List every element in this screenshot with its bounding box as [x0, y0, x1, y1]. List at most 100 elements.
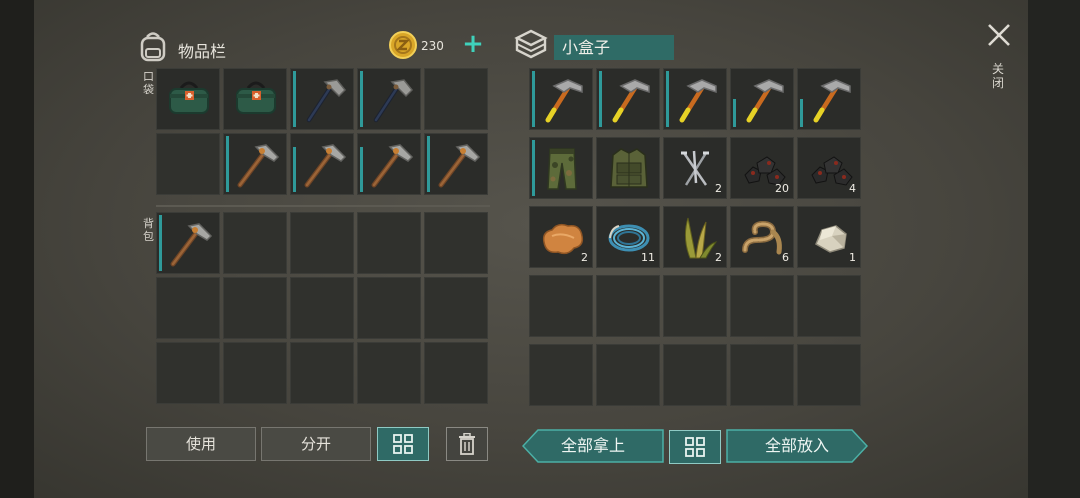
box-slot[interactable]	[529, 68, 593, 130]
backpack-slot[interactable]	[424, 342, 488, 404]
grid-sort-icon	[685, 437, 705, 457]
box-slot[interactable]	[797, 344, 861, 406]
item-quantity: 2	[715, 182, 722, 195]
pocket-slot[interactable]	[357, 68, 421, 130]
sort-inventory-button[interactable]	[377, 427, 429, 461]
backpack-slot[interactable]	[357, 342, 421, 404]
pocket-slot[interactable]	[223, 68, 287, 130]
item-quantity: 11	[641, 251, 655, 264]
durability-bar	[532, 140, 535, 196]
box-slot[interactable]	[529, 137, 593, 199]
backpack-slot[interactable]	[223, 212, 287, 274]
backpack-slot[interactable]	[357, 277, 421, 339]
box-grid: 2 20 4 2 11 2 6 1	[529, 68, 861, 410]
pocket-label: 口袋	[143, 70, 154, 96]
coin-amount: 230	[421, 39, 444, 53]
inventory-title: 物品栏	[178, 42, 227, 61]
box-slot[interactable]: 11	[596, 206, 660, 268]
box-slot[interactable]	[596, 344, 660, 406]
durability-bar	[226, 136, 229, 192]
gold-coin-icon	[388, 30, 418, 64]
box-slot[interactable]	[596, 137, 660, 199]
split-button[interactable]: 分开	[261, 427, 371, 461]
box-slot[interactable]	[529, 275, 593, 337]
durability-bar	[360, 147, 363, 192]
right-screen-edge	[1028, 0, 1080, 498]
grid-sort-icon	[393, 434, 413, 454]
backpack-slot[interactable]	[424, 277, 488, 339]
put-all-label: 全部放入	[764, 436, 829, 455]
item-quantity: 4	[849, 182, 856, 195]
box-slot[interactable]	[797, 68, 861, 130]
durability-bar	[293, 147, 296, 192]
put-all-button[interactable]: 全部放入	[726, 429, 868, 463]
backpack-slot[interactable]	[290, 277, 354, 339]
box-title: 小盒子	[554, 35, 674, 60]
discard-button[interactable]	[446, 427, 488, 461]
inventory-header: 物品栏 230 +	[138, 30, 490, 66]
take-all-button[interactable]: 全部拿上	[522, 429, 664, 463]
box-slot[interactable]	[730, 68, 794, 130]
box-slot[interactable]	[529, 344, 593, 406]
pocket-slot[interactable]	[223, 133, 287, 195]
use-button[interactable]: 使用	[146, 427, 256, 461]
close-icon	[988, 24, 1010, 46]
pocket-slot[interactable]	[156, 133, 220, 195]
box-slot[interactable]: 2	[663, 137, 727, 199]
box-header: 小盒子	[514, 28, 684, 64]
pocket-slot[interactable]	[290, 133, 354, 195]
backpack-slot[interactable]	[223, 342, 287, 404]
box-slot[interactable]	[596, 275, 660, 337]
backpack-slot[interactable]	[223, 277, 287, 339]
durability-bar	[159, 215, 162, 271]
box-stack-icon	[514, 28, 548, 64]
box-slot[interactable]	[663, 344, 727, 406]
durability-bar	[733, 99, 736, 127]
pocket-slot[interactable]	[290, 68, 354, 130]
backpack-slot[interactable]	[357, 212, 421, 274]
backpack-grid	[156, 212, 488, 404]
left-screen-edge	[0, 0, 34, 498]
box-slot[interactable]	[663, 68, 727, 130]
backpack-slot[interactable]	[290, 342, 354, 404]
pocket-slot[interactable]	[424, 68, 488, 130]
trash-icon	[459, 433, 475, 455]
pocket-slot[interactable]	[424, 133, 488, 195]
add-coins-button[interactable]: +	[460, 31, 486, 58]
box-slot[interactable]	[596, 68, 660, 130]
box-slot[interactable]	[663, 275, 727, 337]
box-slot[interactable]	[730, 344, 794, 406]
box-slot[interactable]: 2	[663, 206, 727, 268]
box-slot[interactable]: 20	[730, 137, 794, 199]
backpack-slot[interactable]	[156, 212, 220, 274]
pocket-slot[interactable]	[156, 68, 220, 130]
item-quantity: 20	[775, 182, 789, 195]
durability-bar	[360, 71, 363, 127]
section-divider	[156, 205, 490, 207]
box-slot[interactable]	[797, 275, 861, 337]
item-quantity: 6	[782, 251, 789, 264]
pocket-slot[interactable]	[357, 133, 421, 195]
backpack-slot[interactable]	[424, 212, 488, 274]
backpack-slot[interactable]	[290, 212, 354, 274]
durability-bar	[666, 71, 669, 127]
close-button[interactable]	[986, 22, 1012, 48]
box-slot[interactable]: 6	[730, 206, 794, 268]
durability-bar	[293, 71, 296, 127]
box-slot[interactable]: 2	[529, 206, 593, 268]
durability-bar	[427, 136, 430, 192]
item-quantity: 2	[581, 251, 588, 264]
backpack-slot[interactable]	[156, 342, 220, 404]
backpack-label: 背包	[143, 217, 154, 243]
box-slot[interactable]: 4	[797, 137, 861, 199]
item-quantity: 1	[849, 251, 856, 264]
sort-box-button[interactable]	[669, 430, 721, 464]
durability-bar	[800, 99, 803, 127]
box-slot[interactable]	[730, 275, 794, 337]
backpack-icon	[138, 30, 168, 66]
backpack-slot[interactable]	[156, 277, 220, 339]
box-slot[interactable]: 1	[797, 206, 861, 268]
take-all-label: 全部拿上	[560, 436, 625, 455]
durability-bar	[599, 71, 602, 127]
item-quantity: 2	[715, 251, 722, 264]
